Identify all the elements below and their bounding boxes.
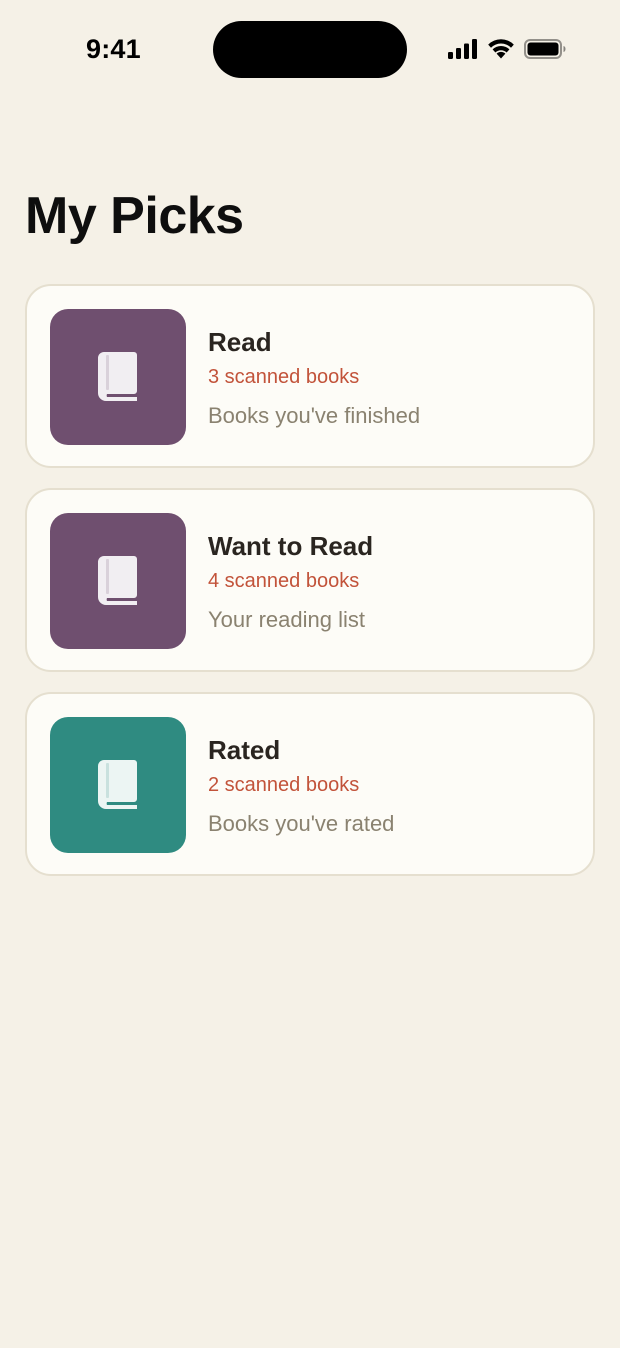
wifi-icon [487,38,515,59]
dynamic-island [213,21,407,78]
list-description: Your reading list [208,607,365,632]
list-count: 3 scanned books [208,366,360,388]
cellular-signal-icon [448,38,478,59]
list-card-want-to-read[interactable]: Want to Read 4 scanned books Your readin… [25,488,595,672]
list-count: 4 scanned books [208,570,360,592]
status-icons [448,38,566,59]
page-title: My Picks [25,187,244,245]
picks-list: Read 3 scanned books Books you've finish… [25,284,595,896]
list-count: 2 scanned books [208,774,360,796]
list-title: Want to Read [208,531,374,561]
status-time: 9:41 [86,34,141,64]
battery-icon [524,38,566,59]
list-thumbnail [50,309,186,445]
book-icon [98,760,138,810]
list-card-rated[interactable]: Rated 2 scanned books Books you've rated [25,692,595,876]
book-icon [98,556,138,606]
list-card-text: Read 3 scanned books Books you've finish… [208,326,420,430]
list-title: Rated [208,735,281,765]
list-title: Read [208,327,272,357]
list-card-text: Want to Read 4 scanned books Your readin… [208,530,373,634]
list-card-text: Rated 2 scanned books Books you've rated [208,734,394,838]
list-thumbnail [50,513,186,649]
list-card-read[interactable]: Read 3 scanned books Books you've finish… [25,284,595,468]
list-description: Books you've finished [208,403,421,428]
list-description: Books you've rated [208,811,395,836]
list-thumbnail [50,717,186,853]
screen: 9:41 My Picks Read 3 scanned books Books… [0,0,620,1348]
status-bar: 9:41 [0,0,620,100]
book-icon [98,352,138,402]
